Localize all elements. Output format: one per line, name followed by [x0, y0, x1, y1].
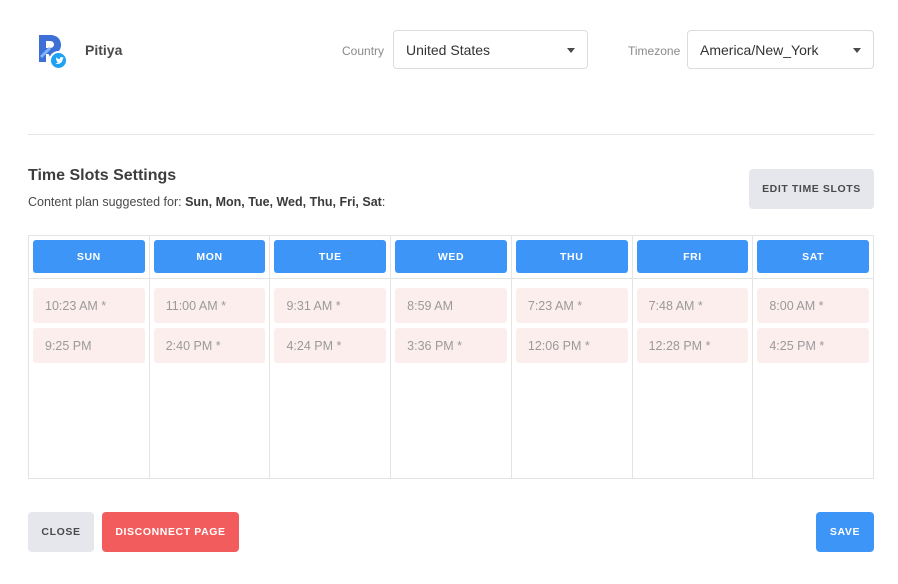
close-button[interactable]: CLOSE — [28, 512, 94, 552]
time-slot[interactable]: 2:40 PM * — [153, 328, 266, 363]
column-divider — [391, 278, 511, 279]
content-plan-subtitle: Content plan suggested for: Sun, Mon, Tu… — [28, 195, 385, 209]
time-slot[interactable]: 4:25 PM * — [757, 328, 870, 363]
column-divider — [511, 278, 632, 279]
day-header-thu[interactable]: THU — [515, 240, 628, 273]
save-button[interactable]: SAVE — [816, 512, 874, 552]
time-slot[interactable]: 3:36 PM * — [395, 328, 507, 363]
column-divider — [29, 278, 149, 279]
day-header-sat[interactable]: SAT — [757, 240, 870, 273]
day-header-mon[interactable]: MON — [153, 240, 266, 273]
caret-down-icon — [853, 48, 861, 53]
time-slot[interactable]: 4:24 PM * — [274, 328, 387, 363]
brand-name: Pitiya — [85, 42, 123, 58]
timezone-select[interactable]: America/New_York — [687, 30, 874, 69]
subtitle-prefix: Content plan suggested for: — [28, 195, 182, 209]
column-divider — [149, 278, 270, 279]
day-column-sun: SUN 10:23 AM * 9:25 PM — [29, 236, 150, 478]
section-title: Time Slots Settings — [28, 167, 177, 184]
day-column-thu: THU 7:23 AM * 12:06 PM * — [511, 236, 633, 478]
country-label: Country — [342, 44, 385, 58]
time-slot[interactable]: 8:59 AM — [395, 288, 507, 323]
column-divider — [753, 278, 874, 279]
day-column-tue: TUE 9:31 AM * 4:24 PM * — [270, 236, 392, 478]
day-header-sun[interactable]: SUN — [33, 240, 145, 273]
twitter-icon — [49, 51, 68, 70]
day-header-tue[interactable]: TUE — [274, 240, 387, 273]
time-slot[interactable]: 12:06 PM * — [515, 328, 628, 363]
day-column-sat: SAT 8:00 AM * 4:25 PM * — [753, 236, 874, 478]
time-slot[interactable]: 7:23 AM * — [515, 288, 628, 323]
time-slot[interactable]: 11:00 AM * — [153, 288, 266, 323]
disconnect-page-button[interactable]: DISCONNECT PAGE — [102, 512, 239, 552]
column-divider — [270, 278, 391, 279]
time-slot[interactable]: 12:28 PM * — [636, 328, 749, 363]
day-column-fri: FRI 7:48 AM * 12:28 PM * — [632, 236, 754, 478]
day-header-wed[interactable]: WED — [395, 240, 507, 273]
app-logo-icon — [37, 33, 69, 71]
day-column-wed: WED 8:59 AM 3:36 PM * — [391, 236, 512, 478]
divider — [28, 134, 874, 135]
day-header-fri[interactable]: FRI — [636, 240, 749, 273]
timezone-label: Timezone — [628, 44, 681, 58]
country-select[interactable]: United States — [393, 30, 588, 69]
caret-down-icon — [567, 48, 575, 53]
time-slot[interactable]: 9:25 PM — [33, 328, 145, 363]
column-divider — [632, 278, 753, 279]
time-slots-grid: SUN 10:23 AM * 9:25 PM MON 11:00 AM * 2:… — [28, 235, 874, 479]
day-column-mon: MON 11:00 AM * 2:40 PM * — [149, 236, 271, 478]
country-value: United States — [406, 41, 491, 58]
subtitle-suffix: : — [381, 195, 386, 209]
time-slot[interactable]: 7:48 AM * — [636, 288, 749, 323]
edit-time-slots-button[interactable]: EDIT TIME SLOTS — [749, 169, 874, 209]
time-slot[interactable]: 10:23 AM * — [33, 288, 145, 323]
subtitle-days: Sun, Mon, Tue, Wed, Thu, Fri, Sat — [185, 195, 382, 209]
timezone-value: America/New_York — [700, 41, 819, 58]
time-slot[interactable]: 8:00 AM * — [757, 288, 870, 323]
time-slot[interactable]: 9:31 AM * — [274, 288, 387, 323]
